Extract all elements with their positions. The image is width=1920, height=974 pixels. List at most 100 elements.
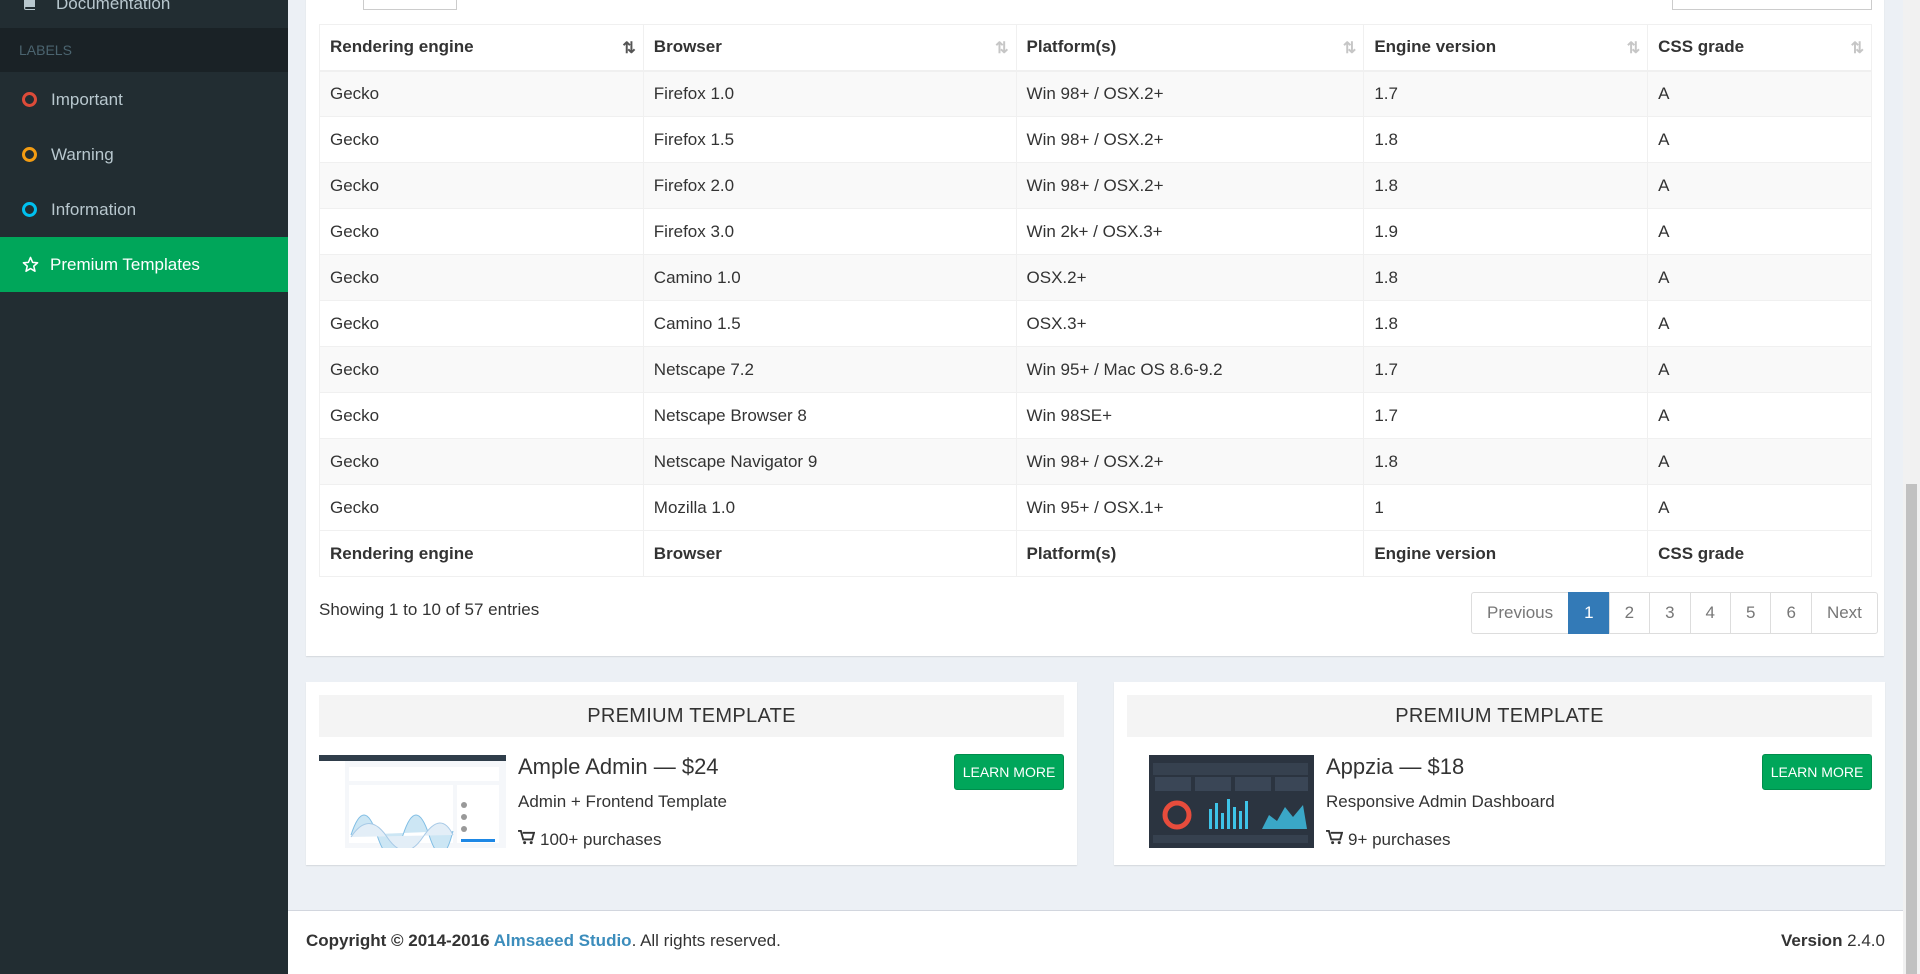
column-header-engine-version[interactable]: Engine version ⇅ [1363, 24, 1649, 72]
table-cell: Firefox 1.0 [642, 70, 1017, 117]
table-cell: Win 98+ / OSX.2+ [1015, 116, 1365, 163]
search-input[interactable] [1672, 0, 1872, 10]
table-info: Showing 1 to 10 of 57 entries [319, 600, 540, 619]
pagination-page-2[interactable]: 2 [1608, 592, 1651, 634]
table-cell: A [1647, 438, 1872, 485]
circle-icon [22, 202, 37, 217]
table-cell: Gecko [319, 116, 644, 163]
table-cell: Win 98SE+ [1015, 392, 1365, 439]
table-cell: A [1647, 70, 1872, 117]
template-subtitle: Responsive Admin Dashboard [1326, 792, 1555, 811]
premium-card-appzia: PREMIUM TEMPLATE Appzia — $18 Responsive… [1114, 682, 1885, 865]
column-header-css-grade[interactable]: CSS grade ⇅ [1647, 24, 1872, 72]
table-cell: 1.8 [1363, 438, 1649, 485]
footer-engine-version: Engine version [1363, 530, 1649, 577]
sidebar-item-label: Information [51, 199, 137, 219]
table-cell: Gecko [319, 208, 644, 255]
table-cell: A [1647, 300, 1872, 347]
table-cell: 1.8 [1363, 116, 1649, 163]
footer-rendering-engine: Rendering engine [319, 530, 644, 577]
sidebar-item-important[interactable]: Important [0, 72, 288, 127]
sort-icon: ⇅ [1850, 40, 1865, 57]
table-cell: Gecko [319, 438, 644, 485]
scrollbar-thumb[interactable] [1906, 484, 1917, 974]
version-info: Version 2.4.0 [1781, 931, 1885, 950]
circle-icon [22, 147, 37, 162]
table-cell: 1 [1363, 484, 1649, 531]
table-cell: Netscape 7.2 [642, 346, 1017, 393]
table-cell: Gecko [319, 70, 644, 117]
table-cell: A [1647, 392, 1872, 439]
table-cell: Netscape Navigator 9 [642, 438, 1017, 485]
table-row: Gecko Netscape Browser 8 Win 98SE+ 1.7 A [319, 392, 1872, 439]
table-cell: Gecko [319, 162, 644, 209]
table-row: Gecko Firefox 1.0 Win 98+ / OSX.2+ 1.7 A [319, 70, 1872, 117]
shopping-cart-icon [1326, 830, 1344, 850]
table-cell: OSX.3+ [1015, 300, 1365, 347]
main-footer: Copyright © 2014-2016 Almsaeed Studio. A… [288, 910, 1903, 974]
table-cell: Win 95+ / OSX.1+ [1015, 484, 1365, 531]
sidebar-item-documentation[interactable]: Documentation [0, 0, 288, 16]
sidebar-labels-header: LABELS [0, 28, 288, 72]
pagination-previous[interactable]: Previous [1471, 592, 1570, 634]
table-cell: Win 98+ / OSX.2+ [1015, 438, 1365, 485]
table-cell: Win 2k+ / OSX.3+ [1015, 208, 1365, 255]
table-cell: 1.7 [1363, 70, 1649, 117]
table-header-row: Rendering engine ⇅ Browser ⇅ Platform(s) ⇅ … [319, 24, 1872, 72]
table-cell: Win 98+ / OSX.2+ [1015, 162, 1365, 209]
table-cell: 1.8 [1363, 254, 1649, 301]
template-name: Appzia — $18 [1326, 754, 1465, 779]
template-name: Ample Admin — $24 [518, 754, 719, 779]
table-cell: A [1647, 484, 1872, 531]
pagination-page-5[interactable]: 5 [1730, 592, 1772, 634]
table-cell: OSX.2+ [1015, 254, 1365, 301]
company-link[interactable]: Almsaeed Studio [494, 931, 632, 950]
table-row: Gecko Netscape Navigator 9 Win 98+ / OSX.2… [319, 438, 1872, 485]
sidebar-item-label: Warning [51, 144, 114, 164]
footer-browser: Browser [642, 530, 1017, 577]
table-cell: Firefox 3.0 [642, 208, 1017, 255]
pagination-page-6[interactable]: 6 [1770, 592, 1812, 634]
column-header-platforms[interactable]: Platform(s) ⇅ [1015, 24, 1365, 72]
table-cell: A [1647, 162, 1872, 209]
table-cell: Gecko [319, 346, 644, 393]
column-header-rendering-engine[interactable]: Rendering engine ⇅ [319, 24, 644, 72]
pagination-page-3[interactable]: 3 [1649, 592, 1691, 634]
table-cell: 1.8 [1363, 162, 1649, 209]
sort-icon: ⇅ [995, 40, 1009, 57]
table-row: Gecko Mozilla 1.0 Win 95+ / OSX.1+ 1 A [319, 484, 1872, 531]
table-cell: 1.8 [1363, 300, 1649, 347]
shopping-cart-icon [518, 830, 536, 850]
table-cell: Gecko [319, 300, 644, 347]
column-header-browser[interactable]: Browser ⇅ [642, 24, 1017, 72]
template-subtitle: Admin + Frontend Template [518, 792, 727, 811]
pagination-page-1[interactable]: 1 [1568, 592, 1610, 634]
pagination-next[interactable]: Next [1810, 592, 1878, 634]
table-cell: Gecko [319, 392, 644, 439]
table-row: Gecko Camino 1.5 OSX.3+ 1.8 A [319, 300, 1872, 347]
pagination-page-4[interactable]: 4 [1689, 592, 1732, 634]
table-cell: 1.7 [1363, 392, 1649, 439]
sidebar-item-information[interactable]: Information [0, 182, 288, 237]
table-cell: Gecko [319, 254, 644, 301]
table-cell: Camino 1.5 [642, 300, 1017, 347]
learn-more-button[interactable]: LEARN MORE [954, 754, 1064, 790]
table-cell: Win 98+ / OSX.2+ [1015, 70, 1365, 117]
table-row: Gecko Camino 1.0 OSX.2+ 1.8 A [319, 254, 1872, 301]
sidebar-item-warning[interactable]: Warning [0, 127, 288, 182]
sort-icon: ⇅ [1342, 40, 1357, 57]
data-table: Rendering engine ⇅ Browser ⇅ Platform(s) ⇅ … [319, 24, 1872, 577]
table-cell: Win 95+ / Mac OS 8.6-9.2 [1015, 346, 1365, 393]
entries-length-select[interactable] [363, 0, 457, 10]
pagination: Previous 1 2 3 4 5 6 Next [1471, 592, 1878, 634]
table-cell: Mozilla 1.0 [642, 484, 1017, 531]
learn-more-button[interactable]: LEARN MORE [1762, 754, 1872, 790]
sidebar: Documentation LABELS Important Warning I… [0, 0, 288, 974]
template-thumbnail [319, 755, 506, 848]
template-purchases: 9+ purchases [1326, 830, 1451, 850]
star-icon [22, 256, 40, 273]
book-icon [22, 0, 46, 10]
table-cell: Firefox 2.0 [642, 162, 1017, 209]
table-cell: 1.7 [1363, 346, 1649, 393]
sidebar-item-premium-templates[interactable]: Premium Templates [0, 237, 288, 292]
